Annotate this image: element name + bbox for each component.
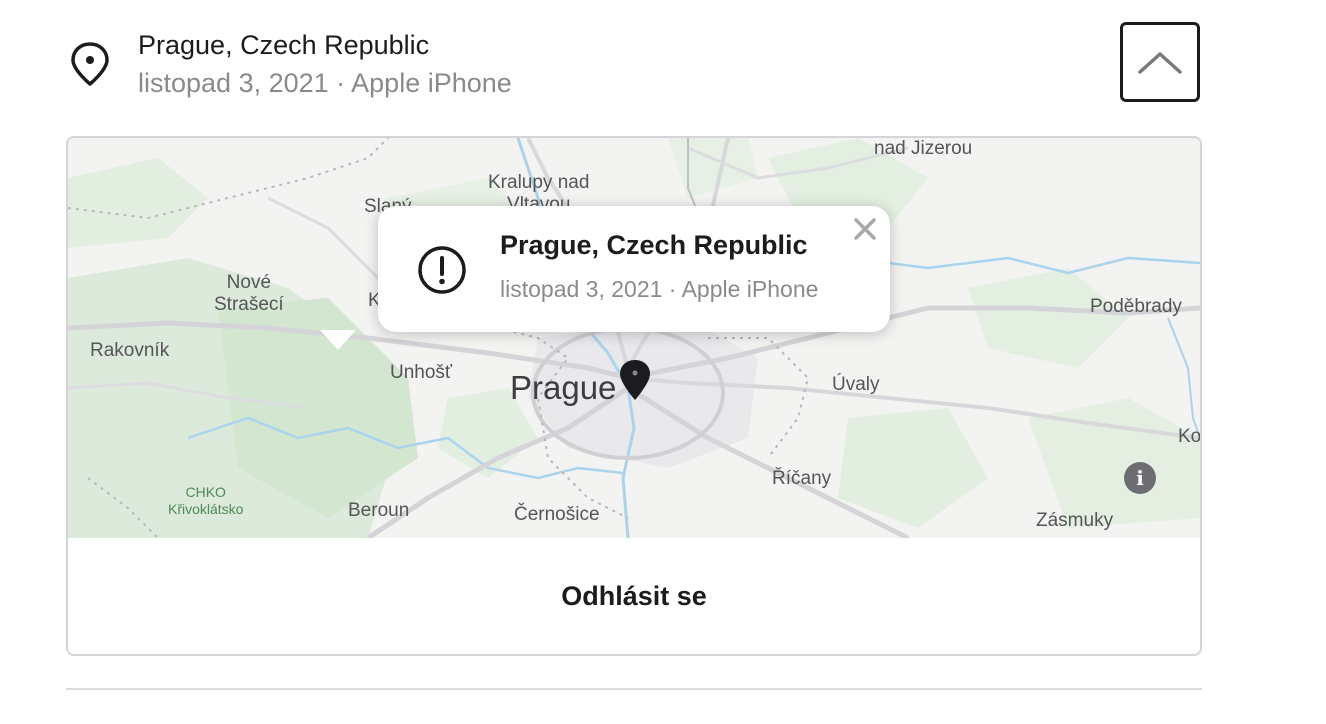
alert-icon [416,244,468,296]
map-label-prague: Prague [510,369,617,406]
location-title: Prague, Czech Republic [138,30,430,60]
location-pin-icon [68,40,112,88]
map-label-ricany: Říčany [772,468,832,489]
map-label-beroun: Beroun [348,500,410,521]
location-map[interactable]: nad Jizerou Kralupy nad Vltavou Slaný No… [68,138,1200,538]
map-label-zasmuky: Zásmuky [1036,510,1114,531]
divider [66,688,1202,690]
popup-title: Prague, Czech Republic [500,230,808,260]
map-base [68,138,1200,538]
sign-out-button[interactable]: Odhlásit se [68,538,1200,654]
map-label-kolin: Ko [1178,426,1200,447]
popup-details: listopad 3, 2021 · Apple iPhone [500,276,819,302]
map-label-nad-jizerou: nad Jizerou [874,138,973,159]
map-label-unhost: Unhošť [390,362,453,383]
map-label-podebrady: Poděbrady [1090,296,1182,317]
map-label-rakovnik: Rakovník [90,340,170,361]
map-pin-icon[interactable] [618,358,652,402]
collapse-button[interactable] [1120,22,1200,102]
map-label-cernosice: Černošice [514,504,600,525]
map-label-uvaly: Úvaly [832,374,880,395]
map-label-chko: CHKO Křivoklátsko [168,484,244,517]
close-icon[interactable] [852,216,878,242]
session-card: nad Jizerou Kralupy nad Vltavou Slaný No… [66,136,1202,656]
popup-pointer [320,330,356,350]
info-icon[interactable]: i [1124,462,1156,494]
map-popup: Prague, Czech Republic listopad 3, 2021 … [378,206,890,332]
chevron-up-icon [1138,52,1182,74]
location-details: listopad 3, 2021 · Apple iPhone [138,68,512,98]
map-label-nove-straseci: Nové Strašecí [214,272,284,315]
